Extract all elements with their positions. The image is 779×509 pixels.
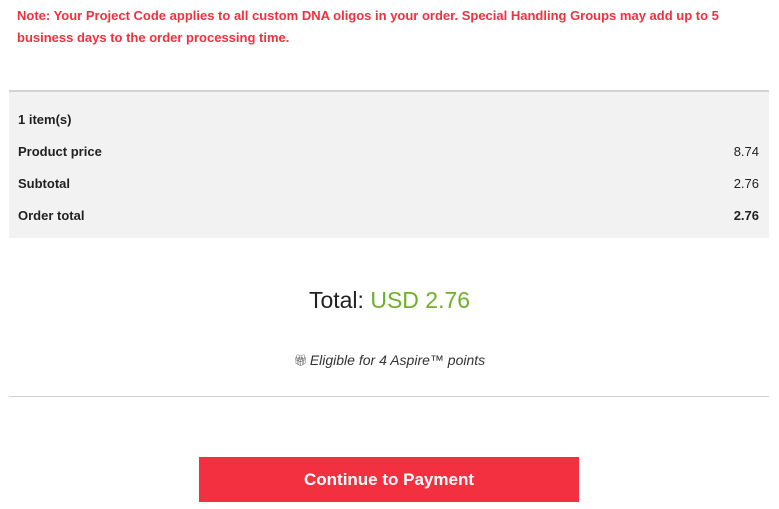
order-total-row: Order total 2.76 <box>18 206 759 226</box>
items-count-row: 1 item(s) <box>18 110 759 130</box>
gift-icon: 🎁︎ <box>293 355 308 367</box>
product-price-label: Product price <box>18 144 102 159</box>
order-summary-panel: 1 item(s) Product price 8.74 Subtotal 2.… <box>9 90 769 238</box>
grand-total: Total: USD 2.76 <box>0 284 779 316</box>
items-count: 1 item(s) <box>18 112 72 127</box>
order-total-label: Order total <box>18 208 85 223</box>
aspire-points-text: Eligible for 4 Aspire™ points <box>309 352 486 368</box>
total-amount: USD 2.76 <box>370 287 471 313</box>
aspire-points-notice: 🎁︎ Eligible for 4 Aspire™ points <box>0 350 779 371</box>
project-code-note: Note: Your Project Code applies to all c… <box>17 8 719 45</box>
product-price-row: Product price 8.74 <box>18 142 759 162</box>
order-total-value: 2.76 <box>733 208 759 223</box>
product-price-value: 8.74 <box>733 144 759 159</box>
divider <box>9 396 769 397</box>
continue-to-payment-button[interactable]: Continue to Payment <box>199 457 579 502</box>
subtotal-row: Subtotal 2.76 <box>18 174 759 194</box>
subtotal-label: Subtotal <box>18 176 70 191</box>
subtotal-value: 2.76 <box>733 176 759 191</box>
total-label: Total: <box>308 287 364 313</box>
